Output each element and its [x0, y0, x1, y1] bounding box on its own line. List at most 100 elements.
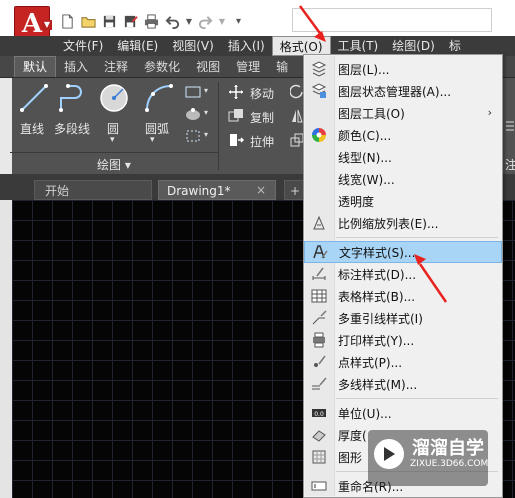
tab-manage[interactable]: 管理 — [228, 57, 268, 77]
svg-text:0.0: 0.0 — [314, 411, 324, 418]
dropdown-arrow-icon[interactable]: ▼ — [184, 12, 194, 31]
panel-divider — [10, 152, 218, 153]
tab-annotate[interactable]: 注释 — [96, 57, 136, 77]
close-icon[interactable]: × — [256, 180, 270, 200]
menu-item-text-style[interactable]: 文字样式(S)... — [304, 241, 502, 263]
copy-icon[interactable] — [228, 108, 244, 124]
draw-panel-label[interactable]: 绘图 ▾ — [97, 156, 131, 173]
plot-style-icon — [304, 329, 334, 351]
stretch-icon[interactable] — [228, 132, 245, 148]
menu-item-table-style[interactable]: 表格样式(B)... — [304, 285, 502, 307]
tab-default[interactable]: 默认 — [14, 56, 57, 77]
menu-item-lineweight[interactable]: 线宽(W)... — [304, 168, 502, 190]
chevron-down-icon[interactable]: ▼ — [42, 20, 52, 30]
open-folder-icon[interactable] — [79, 12, 98, 31]
stretch-label[interactable]: 拉伸 — [250, 133, 274, 150]
line-icon[interactable] — [18, 82, 50, 114]
menu-item-label: 打印样式(Y)... — [338, 333, 415, 348]
new-file-icon[interactable] — [58, 12, 77, 31]
menu-item-scale-list[interactable]: 比例缩放列表(E)... — [304, 212, 502, 234]
line-label[interactable]: 直线 — [20, 120, 44, 137]
menu-item-label: 图层状态管理器(A)... — [338, 84, 452, 99]
menu-separator — [336, 237, 498, 238]
menu-item-label: 单位(U)... — [338, 406, 392, 421]
tab-parametric[interactable]: 参数化 — [136, 57, 188, 77]
dropdown-arrow-icon[interactable]: ▼ — [217, 12, 227, 31]
move-label[interactable]: 移动 — [250, 85, 274, 102]
menu-item-point-style[interactable]: 点样式(P)... — [304, 351, 502, 373]
menu-item-label: 线宽(W)... — [338, 172, 395, 187]
menu-edit[interactable]: 编辑(E) — [110, 36, 165, 56]
tab-start[interactable]: 开始 — [34, 180, 152, 200]
mirror-icon[interactable] — [290, 108, 304, 124]
chevron-down-icon[interactable]: ▾ — [204, 130, 208, 139]
menu-view[interactable]: 视图(V) — [165, 36, 221, 56]
circle-icon[interactable] — [98, 82, 130, 114]
save-icon[interactable] — [100, 12, 119, 31]
mleader-style-icon — [304, 307, 334, 329]
menu-insert[interactable]: 插入(I) — [221, 36, 272, 56]
region-icon[interactable] — [184, 128, 202, 144]
menu-bar: 文件(F) 编辑(E) 视图(V) 插入(I) 格式(O) 工具(T) 绘图(D… — [0, 36, 515, 56]
menu-item-mline-style[interactable]: 多线样式(M)... — [304, 373, 502, 395]
menu-draw[interactable]: 绘图(D) — [385, 36, 442, 56]
menu-separator — [336, 398, 498, 399]
watermark-logo-icon — [373, 438, 405, 470]
menu-dimension[interactable]: 标 — [442, 36, 468, 56]
menu-item-dim-style[interactable]: 标注样式(D)... — [304, 263, 502, 285]
menu-item-layer-state[interactable]: 图层状态管理器(A)... — [304, 80, 502, 102]
polyline-icon[interactable] — [58, 82, 92, 114]
tab-output[interactable]: 输 — [268, 57, 296, 77]
mline-style-icon — [304, 373, 334, 395]
print-icon[interactable] — [142, 12, 161, 31]
empty-icon-slot — [304, 190, 334, 212]
tab-view[interactable]: 视图 — [188, 57, 228, 77]
menu-file[interactable]: 文件(F) — [56, 36, 110, 56]
rotate-icon[interactable] — [289, 84, 304, 100]
menu-item-plot-style[interactable]: 打印样式(Y)... — [304, 329, 502, 351]
chevron-down-icon[interactable]: ▾ — [204, 86, 208, 95]
move-icon[interactable] — [228, 84, 244, 100]
menu-item-label: 比例缩放列表(E)... — [338, 216, 439, 231]
left-strip — [0, 78, 12, 174]
redo-icon[interactable] — [196, 12, 215, 31]
chevron-down-icon[interactable]: ▾ — [110, 135, 115, 145]
chevron-down-icon[interactable]: ▾ — [204, 108, 208, 117]
menu-item-layer[interactable]: 图层(L)... — [304, 58, 502, 80]
menu-item-label: 线型(N)... — [338, 150, 392, 165]
save-as-icon[interactable] — [121, 12, 140, 31]
arc-label[interactable]: 圆弧 — [145, 120, 169, 137]
menu-format[interactable]: 格式(O) — [271, 36, 331, 56]
copy-label[interactable]: 复制 — [250, 109, 274, 126]
menu-item-mleader-style[interactable]: 多重引线样式(I) — [304, 307, 502, 329]
color-wheel-icon — [304, 124, 334, 146]
customize-icon[interactable]: ▾ — [229, 12, 248, 31]
menu-item-label: 点样式(P)... — [338, 355, 403, 370]
undo-icon[interactable] — [163, 12, 182, 31]
layer-properties-icon[interactable] — [505, 118, 515, 134]
menu-item-label: 多线样式(M)... — [338, 377, 418, 392]
left-rail — [0, 200, 12, 498]
add-tab-button[interactable]: + — [284, 180, 304, 200]
layer-state-icon — [304, 80, 334, 102]
arc-icon[interactable] — [143, 82, 175, 114]
hatch-icon[interactable] — [184, 106, 202, 122]
menu-item-transparency[interactable]: 透明度 — [304, 190, 502, 212]
rectangle-icon[interactable] — [184, 84, 202, 100]
menu-item-label: 厚度( — [338, 428, 367, 443]
scale-icon[interactable] — [290, 132, 304, 148]
point-style-icon — [304, 351, 334, 373]
menu-item-linetype[interactable]: 线型(N)... — [304, 146, 502, 168]
search-box[interactable] — [292, 8, 492, 32]
thickness-icon — [304, 424, 334, 446]
tab-insert[interactable]: 插入 — [56, 57, 96, 77]
menu-tools[interactable]: 工具(T) — [331, 36, 386, 56]
menu-item-color[interactable]: 颜色(C)... — [304, 124, 502, 146]
polyline-label[interactable]: 多段线 — [54, 120, 90, 137]
empty-icon-slot — [304, 168, 334, 190]
menu-item-layer-tools[interactable]: 图层工具(O) › — [304, 102, 502, 124]
chevron-down-icon[interactable]: ▾ — [150, 135, 155, 145]
scale-list-icon — [304, 212, 334, 234]
menu-item-label: 图层(L)... — [338, 62, 390, 77]
menu-item-units[interactable]: 0.0 单位(U)... — [304, 402, 502, 424]
